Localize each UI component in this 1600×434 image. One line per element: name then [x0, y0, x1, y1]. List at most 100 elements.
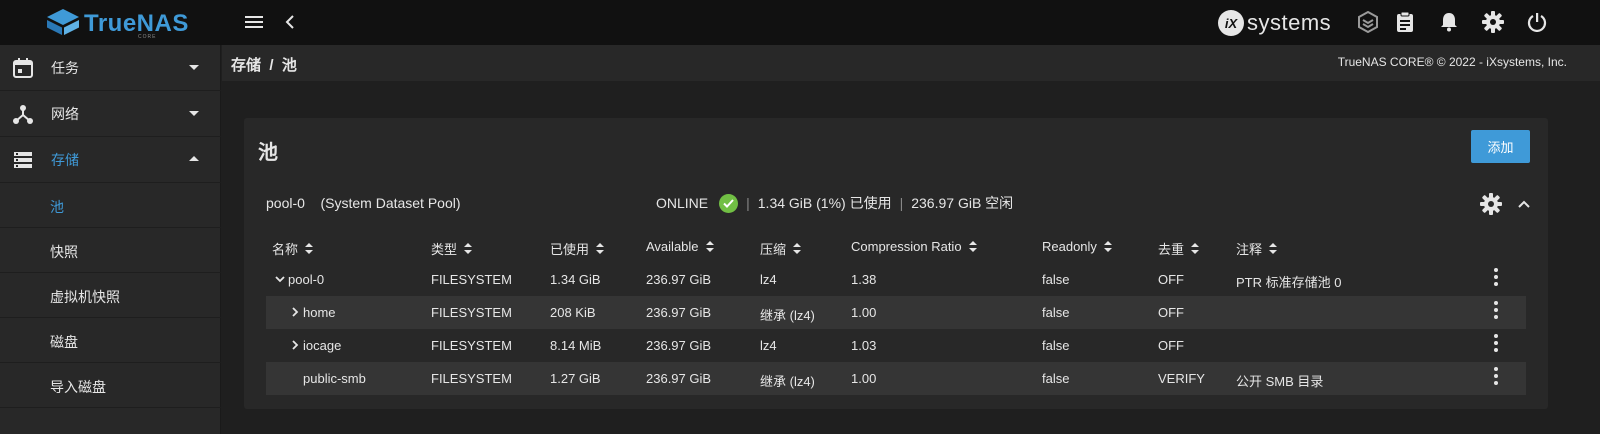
back-icon[interactable] — [278, 10, 302, 34]
column-header-type[interactable]: 类型 — [431, 239, 473, 258]
column-label: 去重 — [1158, 242, 1185, 257]
power-icon[interactable] — [1525, 10, 1549, 34]
cell-readonly: false — [1042, 305, 1070, 320]
sidebar-item-label: 任务 — [51, 59, 79, 76]
cell-compression: 继承 (lz4) — [760, 308, 815, 323]
cell-name: iocage — [303, 338, 342, 353]
sidebar-subitem-pools[interactable]: 池 — [0, 183, 221, 228]
table-row[interactable]: iocage FILESYSTEM 8.14 MiB 236.97 GiB lz… — [266, 329, 1526, 362]
separator: | — [746, 195, 750, 211]
cell-name: home — [303, 305, 336, 320]
network-icon — [13, 105, 33, 124]
column-label: 名称 — [272, 242, 299, 257]
pool-status-text: ONLINE — [656, 195, 709, 211]
column-label: Available — [646, 239, 699, 254]
sidebar-subitem-import-disk[interactable]: 导入磁盘 — [0, 363, 221, 408]
chevron-right-icon[interactable] — [290, 307, 300, 317]
column-header-compression[interactable]: 压缩 — [760, 239, 802, 258]
sidebar-subitem-disks[interactable]: 磁盘 — [0, 318, 221, 363]
more-vert-icon[interactable] — [1493, 268, 1499, 286]
tasks-icon[interactable] — [1393, 10, 1417, 34]
more-vert-icon[interactable] — [1493, 334, 1499, 352]
cell-comments: 公开 SMB 目录 — [1236, 374, 1324, 389]
sidebar-item-network[interactable]: 网络 — [0, 91, 221, 137]
column-header-used[interactable]: 已使用 — [550, 239, 605, 258]
add-button[interactable]: 添加 — [1471, 130, 1530, 163]
sidebar-subitem-label: 池 — [50, 199, 64, 215]
table-header: 名称 类型 已使用 Available 压缩 Compression Ratio… — [266, 230, 1526, 263]
cell-dedup: OFF — [1158, 272, 1184, 287]
sort-icon — [1269, 243, 1278, 254]
chevron-up-icon[interactable] — [1516, 196, 1532, 212]
more-vert-icon[interactable] — [1493, 301, 1499, 319]
top-bar: TrueNAS CORE iX systems — [0, 0, 1600, 45]
cell-available: 236.97 GiB — [646, 305, 712, 320]
column-header-readonly[interactable]: Readonly — [1042, 239, 1112, 254]
ix-name: systems — [1247, 10, 1332, 35]
column-header-comments[interactable]: 注释 — [1236, 239, 1278, 258]
cell-compression: 继承 (lz4) — [760, 374, 815, 389]
cell-dedup: OFF — [1158, 305, 1184, 320]
chevron-down-icon — [189, 65, 199, 70]
copyright-text: TrueNAS CORE® © 2022 - iXsystems, Inc. — [1337, 55, 1567, 69]
sidebar-subitem-label: 导入磁盘 — [50, 379, 106, 395]
sort-icon — [793, 243, 802, 254]
cell-compression-ratio: 1.03 — [851, 338, 877, 353]
cell-compression-ratio: 1.38 — [851, 272, 877, 287]
ix-mark: iX — [1218, 10, 1244, 36]
notifications-icon[interactable] — [1437, 10, 1461, 34]
cell-type: FILESYSTEM — [431, 305, 512, 320]
pools-card: 池 添加 pool-0 (System Dataset Pool) ONLINE… — [244, 118, 1548, 409]
cell-compression: lz4 — [760, 338, 777, 353]
cell-used: 208 KiB — [550, 305, 596, 320]
cell-compression: lz4 — [760, 272, 777, 287]
pool-name: pool-0 (System Dataset Pool) — [266, 195, 461, 211]
more-vert-icon[interactable] — [1493, 367, 1499, 385]
column-label: 压缩 — [760, 242, 787, 257]
datasets-table: 名称 类型 已使用 Available 压缩 Compression Ratio… — [266, 230, 1526, 395]
menu-icon[interactable] — [242, 10, 266, 34]
pool-status: ONLINE | 1.34 GiB (1%) 已使用 | 236.97 GiB … — [656, 193, 1013, 213]
sidebar-item-storage[interactable]: 存储 — [0, 137, 221, 183]
cell-readonly: false — [1042, 371, 1070, 386]
brand-edition: CORE — [138, 34, 157, 40]
gear-icon[interactable] — [1480, 193, 1502, 215]
truenas-logo-icon — [47, 9, 79, 35]
pool-used: 1.34 GiB (1%) 已使用 — [757, 195, 892, 211]
column-label: Readonly — [1042, 239, 1097, 254]
cell-compression-ratio: 1.00 — [851, 305, 877, 320]
table-row[interactable]: public-smb FILESYSTEM 1.27 GiB 236.97 Gi… — [266, 362, 1526, 395]
chevron-right-icon[interactable] — [290, 340, 300, 350]
cell-type: FILESYSTEM — [431, 371, 512, 386]
sidebar-subitem-snapshots[interactable]: 快照 — [0, 228, 221, 273]
cell-name: pool-0 — [288, 272, 325, 287]
settings-icon[interactable] — [1481, 10, 1505, 34]
column-label: Compression Ratio — [851, 239, 962, 254]
check-circle-icon — [719, 193, 739, 213]
column-header-name[interactable]: 名称 — [272, 239, 314, 258]
page-title: 池 — [258, 142, 278, 164]
column-header-compression-ratio[interactable]: Compression Ratio — [851, 239, 977, 254]
breadcrumb-bar: 存储 / 池 TrueNAS CORE® © 2022 - iXsystems,… — [222, 45, 1600, 81]
table-row[interactable]: pool-0 FILESYSTEM 1.34 GiB 236.97 GiB lz… — [266, 263, 1526, 296]
sidebar-item-label: 网络 — [51, 105, 79, 122]
table-row[interactable]: home FILESYSTEM 208 KiB 236.97 GiB 继承 (l… — [266, 296, 1526, 329]
column-header-available[interactable]: Available — [646, 239, 714, 254]
chevron-down-icon[interactable] — [275, 274, 285, 284]
ixsystems-logo[interactable]: iX systems — [1218, 9, 1331, 37]
cell-used: 1.34 GiB — [550, 272, 601, 287]
sidebar-item-tasks[interactable]: 任务 — [0, 45, 221, 91]
sidebar-subitem-vm-snapshots[interactable]: 虚拟机快照 — [0, 273, 221, 318]
sidebar-subitem-label: 虚拟机快照 — [50, 289, 120, 305]
sort-icon — [1191, 243, 1200, 254]
separator: | — [899, 195, 904, 211]
cell-available: 236.97 GiB — [646, 272, 712, 287]
sort-icon — [1103, 241, 1112, 252]
truecommand-icon[interactable] — [1356, 10, 1380, 34]
pool-free: 236.97 GiB 空闲 — [911, 195, 1014, 211]
column-label: 已使用 — [550, 242, 590, 257]
column-header-dedup[interactable]: 去重 — [1158, 239, 1200, 258]
truenas-logo[interactable]: TrueNAS CORE — [46, 8, 188, 40]
cell-type: FILESYSTEM — [431, 338, 512, 353]
calendar-icon — [13, 58, 33, 78]
